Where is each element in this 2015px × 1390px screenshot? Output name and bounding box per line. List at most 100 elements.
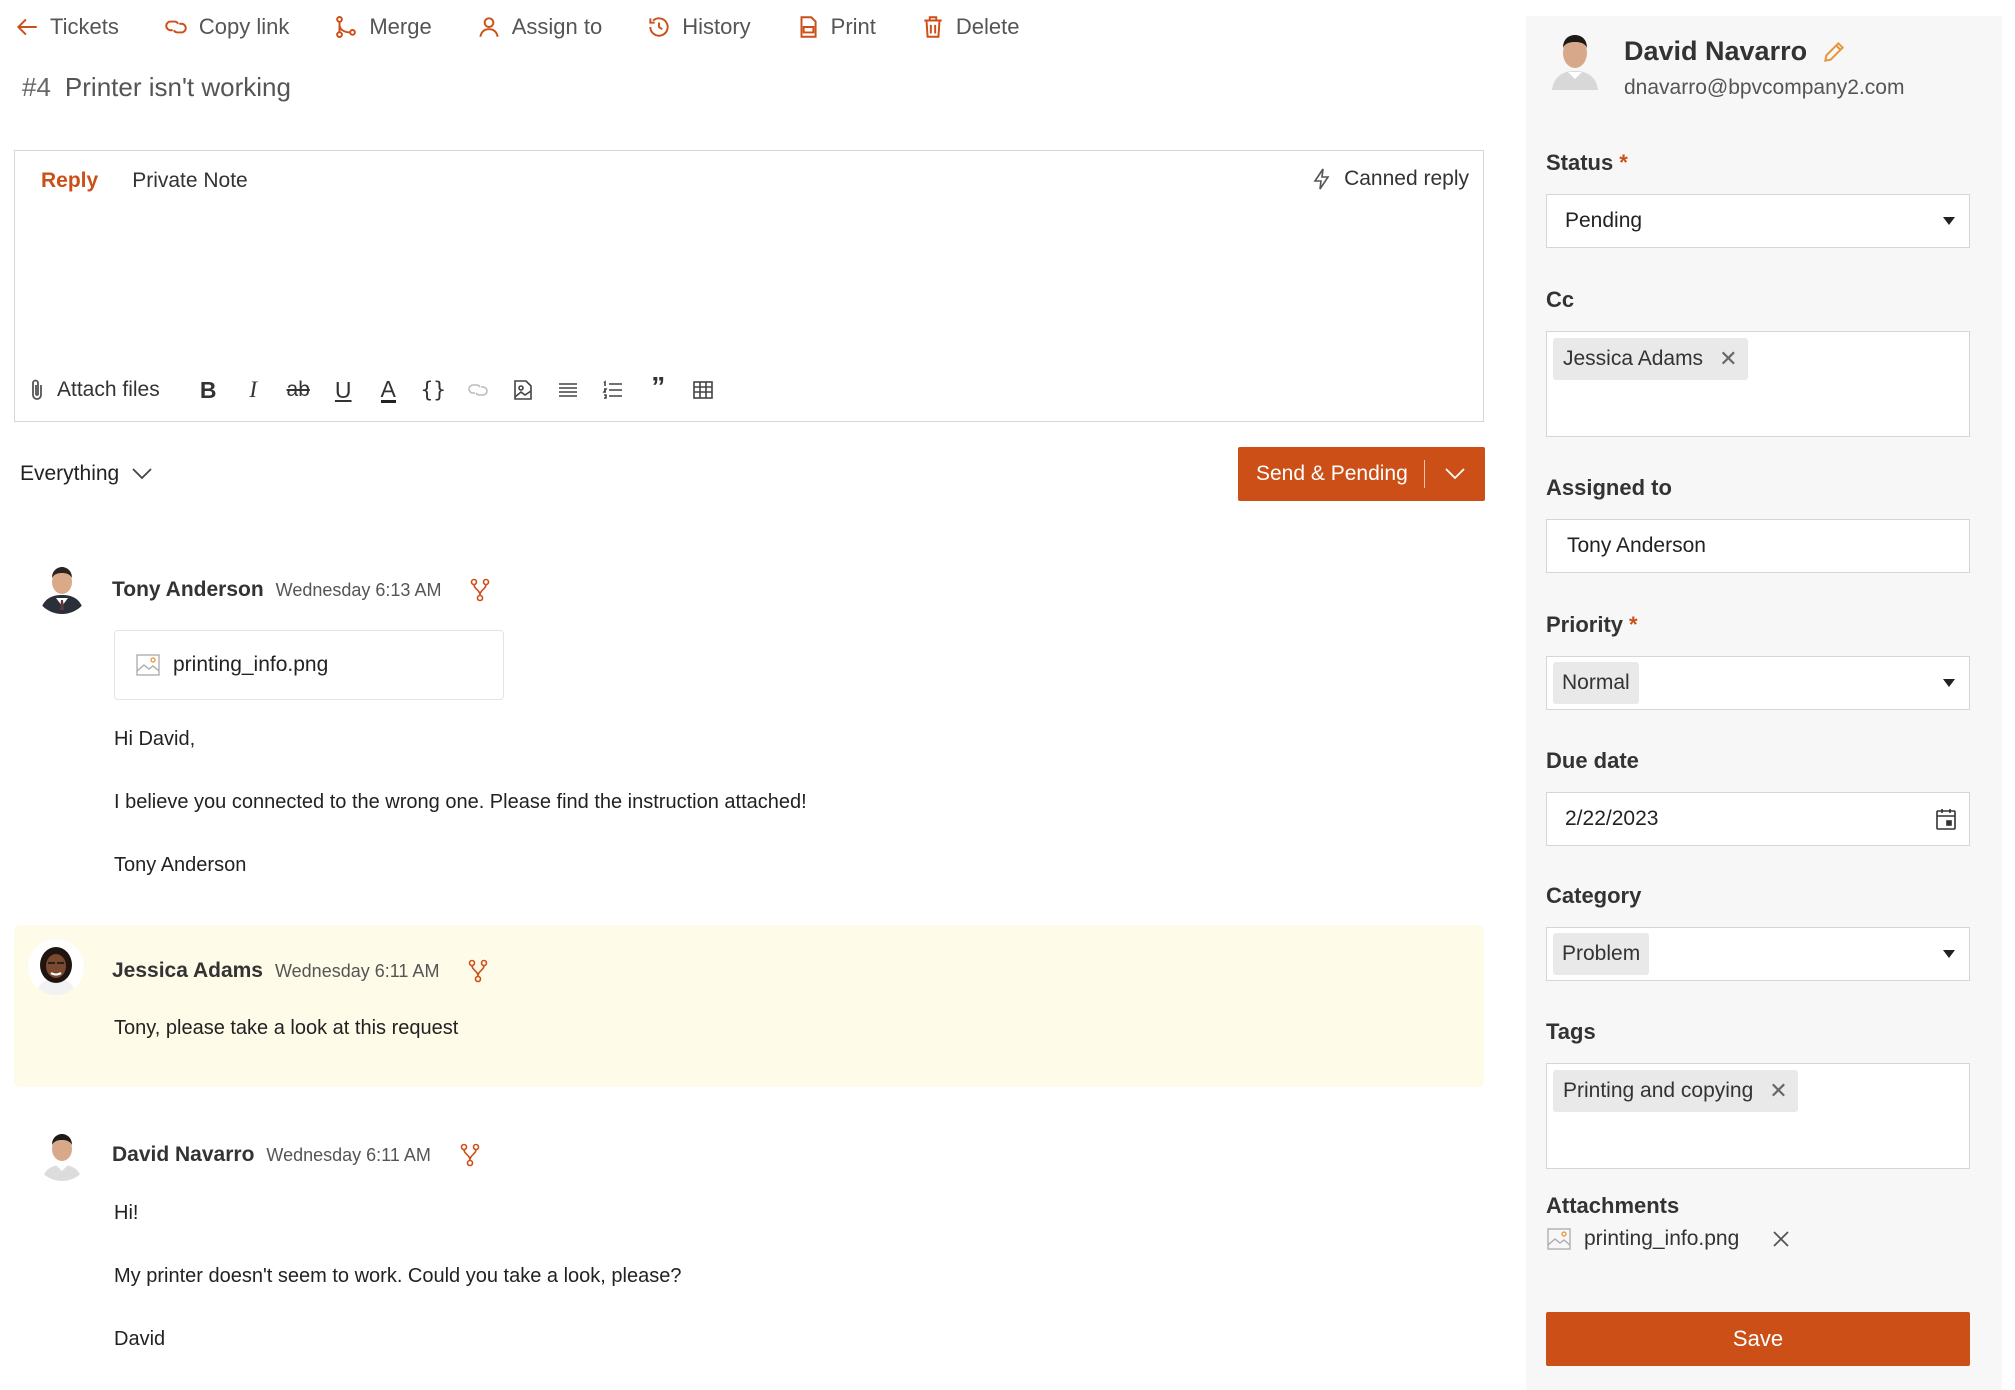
requester-name-row: David Navarro (1624, 36, 1847, 67)
bold-button[interactable]: B (186, 373, 231, 407)
copy-link-label: Copy link (198, 14, 290, 39)
tab-private-note[interactable]: Private Note (132, 169, 248, 193)
priority-select[interactable]: Normal (1546, 656, 1970, 710)
due-date-input[interactable]: 2/22/2023 (1546, 792, 1970, 846)
caret-down-icon (1943, 217, 1955, 225)
merge-button[interactable]: Merge (333, 10, 432, 44)
attachment-card[interactable]: printing_info.png (114, 630, 504, 700)
chevron-down-icon (1445, 468, 1465, 480)
calendar-icon[interactable] (1935, 807, 1957, 831)
attachment-filename: printing_info.png (173, 653, 329, 676)
code-icon: {} (420, 378, 446, 402)
history-button[interactable]: History (646, 10, 751, 44)
send-button-group: Send & Pending (1238, 447, 1485, 501)
italic-button[interactable]: I (231, 373, 276, 407)
canned-reply-button[interactable]: Canned reply (1310, 167, 1469, 191)
cc-chip: Jessica Adams ✕ (1553, 338, 1748, 380)
message-header: Tony Anderson Wednesday 6:13 AM (112, 578, 491, 602)
bullet-list-icon (559, 383, 578, 397)
requester-avatar (1546, 26, 1604, 90)
activity-filter-dropdown[interactable]: Everything (20, 462, 153, 486)
back-to-tickets-button[interactable]: Tickets (14, 10, 119, 44)
canned-reply-label: Canned reply (1344, 167, 1469, 190)
italic-icon: I (249, 377, 258, 402)
due-date-label: Due date (1546, 748, 1639, 773)
send-and-pending-button[interactable]: Send & Pending (1238, 447, 1424, 501)
attachment-item: printing_info.png (1546, 1226, 1791, 1252)
tag-chip-label: Printing and copying (1563, 1079, 1754, 1102)
message-line: Hi! (114, 1202, 139, 1224)
history-label: History (682, 14, 751, 39)
requester-name: David Navarro (1624, 36, 1808, 66)
remove-cc-icon[interactable]: ✕ (1719, 346, 1737, 372)
message-time: Wednesday 6:13 AM (275, 579, 442, 600)
image-file-icon (136, 654, 160, 676)
numbered-list-button[interactable] (591, 373, 636, 407)
formatting-toolbar: Attach files B I ab U A {} ” (27, 371, 726, 407)
fork-icon[interactable] (467, 959, 489, 983)
paperclip-icon (32, 379, 42, 400)
bold-icon: B (199, 376, 217, 403)
category-label: Category (1546, 883, 1642, 908)
message-author: David Navarro (112, 1143, 255, 1166)
assigned-to-field[interactable]: Tony Anderson (1546, 519, 1970, 573)
print-button[interactable]: Print (795, 10, 876, 44)
assign-to-button[interactable]: Assign to (476, 10, 603, 44)
message-line: My printer doesn't seem to work. Could y… (114, 1265, 682, 1287)
category-select[interactable]: Problem (1546, 927, 1970, 981)
message-time: Wednesday 6:11 AM (266, 1144, 431, 1165)
attachment-filename[interactable]: printing_info.png (1584, 1227, 1739, 1251)
quote-button[interactable]: ” (636, 371, 681, 407)
user-icon (479, 17, 499, 37)
caret-down-icon (1943, 679, 1955, 687)
send-options-button[interactable] (1425, 447, 1485, 501)
save-button[interactable]: Save (1546, 1312, 1970, 1366)
reply-editor[interactable] (35, 211, 1463, 361)
category-value: Problem (1553, 933, 1650, 975)
underline-button[interactable]: U (321, 373, 366, 407)
trash-icon (924, 16, 942, 38)
link-icon (165, 20, 187, 34)
insert-link-button[interactable] (456, 373, 501, 407)
tickets-label: Tickets (50, 14, 119, 39)
avatar (34, 1125, 90, 1181)
pencil-icon[interactable] (1821, 39, 1847, 65)
fork-icon[interactable] (459, 1143, 481, 1167)
message-david-navarro: David Navarro Wednesday 6:11 AM Hi! My p… (14, 1115, 1484, 1375)
arrow-left-icon (16, 18, 37, 36)
table-button[interactable] (681, 373, 726, 407)
priority-value: Normal (1553, 662, 1639, 704)
message-line: Hi David, (114, 728, 196, 750)
numbered-list-icon (602, 380, 623, 399)
close-icon[interactable] (1771, 1229, 1791, 1249)
tags-field[interactable]: Printing and copying ✕ (1546, 1063, 1970, 1169)
remove-tag-icon[interactable]: ✕ (1769, 1078, 1787, 1104)
status-select[interactable]: Pending (1546, 194, 1970, 248)
message-line: Tony Anderson (114, 854, 247, 876)
text-color-icon: A (380, 375, 396, 403)
required-mark: * (1629, 612, 1638, 637)
quote-icon: ” (651, 371, 666, 402)
tab-reply[interactable]: Reply (41, 169, 98, 193)
strikethrough-button[interactable]: ab (276, 373, 321, 407)
cc-label: Cc (1546, 287, 1575, 312)
status-label: Status * (1546, 150, 1628, 176)
attachments-label: Attachments (1546, 1193, 1680, 1218)
bullet-list-button[interactable] (546, 373, 591, 407)
priority-label-text: Priority (1546, 612, 1624, 637)
assign-to-label: Assign to (511, 14, 603, 39)
caret-down-icon (1943, 950, 1955, 958)
text-color-button[interactable]: A (366, 373, 411, 407)
fork-icon[interactable] (469, 578, 491, 602)
insert-image-button[interactable] (501, 373, 546, 407)
code-button[interactable]: {} (411, 373, 456, 407)
message-author: Jessica Adams (112, 959, 263, 982)
ticket-properties-sidebar: David Navarro dnavarro@bpvcompany2.com S… (1526, 16, 2002, 1390)
attach-files-button[interactable]: Attach files (27, 378, 160, 402)
reply-composer: Reply Private Note Canned reply Attach f… (14, 150, 1484, 422)
history-icon (649, 17, 669, 37)
delete-button[interactable]: Delete (920, 10, 1020, 44)
image-file-icon (1547, 1228, 1571, 1250)
copy-link-button[interactable]: Copy link (163, 10, 289, 44)
cc-field[interactable]: Jessica Adams ✕ (1546, 331, 1970, 437)
